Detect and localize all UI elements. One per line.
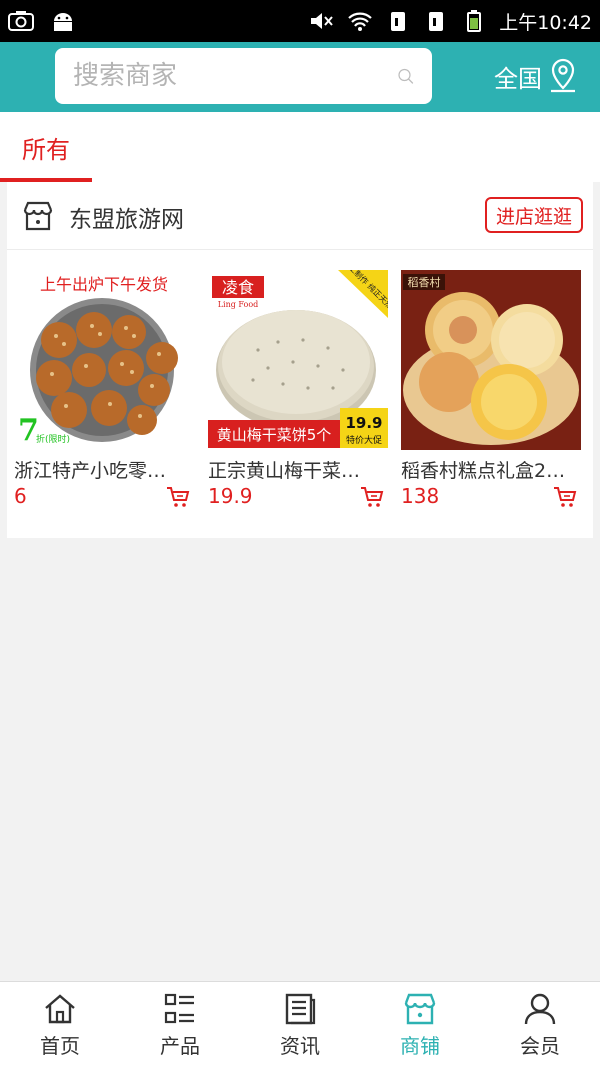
nav-shops-label: 商铺 [400,1033,440,1058]
wifi-icon [348,12,372,31]
visit-shop-button[interactable]: 进店逛逛 [485,197,583,233]
app-header: 全国 [0,42,600,112]
product-image-banner: 黄山梅干菜饼5个 [217,426,332,444]
clock: 上午10:42 [499,11,592,34]
search-input[interactable] [73,61,397,91]
product-image-price: 19.9 [345,414,382,432]
shop-name[interactable]: 东盟旅游网 [69,200,184,234]
cart-icon[interactable] [166,486,190,508]
mute-icon [311,13,333,29]
product-price: 19.9 [208,484,253,508]
nav-products-label: 产品 [160,1033,200,1058]
sim-icon [391,12,406,31]
nav-shops[interactable]: 商铺 [360,982,480,1067]
nav-member-label: 会员 [520,1033,560,1058]
android-icon [54,13,72,31]
user-icon [524,993,556,1024]
product-image-brand: 凌食 [222,278,254,297]
product-price: 138 [401,484,440,508]
home-icon [45,993,75,1023]
product-image-brand: 稻香村 [408,275,441,289]
category-tabs: 所有 [0,112,600,182]
nav-home[interactable]: 首页 [0,982,120,1067]
news-icon [285,993,316,1024]
nav-home-label: 首页 [40,1033,80,1058]
bottom-nav: 首页 产品 资讯 商铺 会员 [0,981,600,1067]
search-box[interactable] [55,48,432,104]
product-image-caption: 上午出炉下午发货 [40,275,168,294]
product-title[interactable]: 稻香村糕点礼盒2… [401,456,571,483]
camera-icon [8,11,34,31]
product-item[interactable]: 稻香村 稻香村糕点礼盒2… 138 [401,270,581,520]
battery-icon [467,10,482,32]
shop-header: 东盟旅游网 进店逛逛 [7,182,593,250]
cart-icon[interactable] [360,486,384,508]
region-label: 全国 [494,64,542,93]
discount-badge-note: 折(限时) [36,433,70,445]
list-icon [164,993,194,1023]
product-item[interactable]: 凌食 Ling Food 手工制作 纯正天然 黄山梅干菜饼5个 19.9 特价大… [208,270,388,520]
product-image[interactable]: 凌食 Ling Food 手工制作 纯正天然 黄山梅干菜饼5个 19.9 特价大… [208,270,388,450]
cart-icon[interactable] [553,486,577,508]
product-image-price-note: 特价大促 [346,434,382,446]
product-image[interactable]: 稻香村 [401,270,581,450]
store-icon [404,993,436,1024]
product-image[interactable]: 上午出炉下午发货 7 折(限时) [14,270,194,450]
shop-card: 东盟旅游网 进店逛逛 上午出炉下午发货 7 折(限时) 浙江特产小吃零… 6 凌… [7,182,593,538]
product-title[interactable]: 正宗黄山梅干菜… [208,456,378,483]
product-title[interactable]: 浙江特产小吃零… [14,456,184,483]
sim2-icon [429,12,444,31]
region-selector[interactable]: 全国 [494,58,578,94]
tab-all[interactable]: 所有 [0,112,92,182]
product-item[interactable]: 上午出炉下午发货 7 折(限时) 浙江特产小吃零… 6 [14,270,194,520]
product-list: 上午出炉下午发货 7 折(限时) 浙江特产小吃零… 6 凌食 Ling Food… [14,270,586,520]
location-pin-icon [551,58,575,93]
status-bar: 上午10:42 [0,0,600,42]
product-price: 6 [14,484,27,508]
search-icon[interactable] [397,59,414,93]
nav-news-label: 资讯 [280,1033,320,1058]
nav-news[interactable]: 资讯 [240,982,360,1067]
store-icon [23,201,53,231]
nav-member[interactable]: 会员 [480,982,600,1067]
nav-products[interactable]: 产品 [120,982,240,1067]
product-image-brand-sub: Ling Food [218,300,259,309]
tab-all-label: 所有 [22,135,70,164]
